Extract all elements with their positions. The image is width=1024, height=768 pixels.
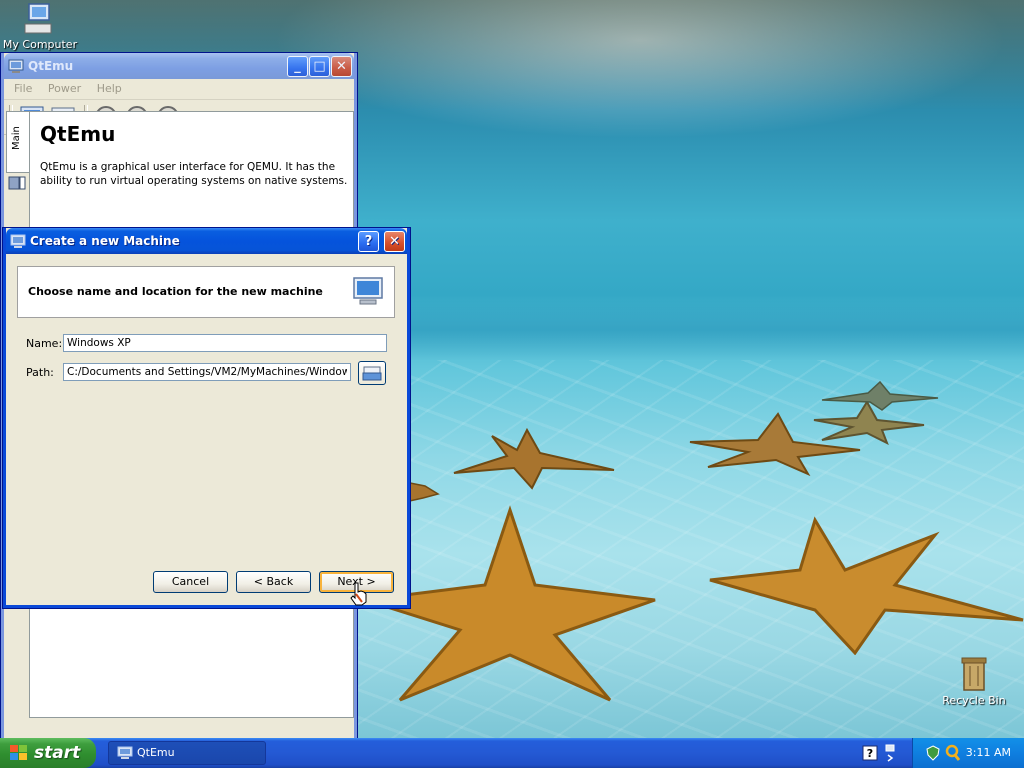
starfish-distant-2 xyxy=(821,380,939,411)
taskbar: start QtEmu ? 3:11 AM xyxy=(0,738,1024,768)
hand-cursor-icon xyxy=(350,582,367,606)
minimize-icon: _ xyxy=(294,59,301,74)
computer-icon xyxy=(353,277,383,305)
wizard-header: Choose name and location for the new mac… xyxy=(17,266,395,318)
close-icon: ✕ xyxy=(389,234,400,249)
qtemu-taskbar-icon xyxy=(117,746,133,759)
browse-button[interactable] xyxy=(358,361,386,385)
taskbar-item-qtemu[interactable]: QtEmu xyxy=(108,741,266,765)
search-tray-icon[interactable] xyxy=(945,744,961,762)
close-button[interactable]: ✕ xyxy=(331,56,352,77)
desktop-icon-label: Recycle Bin xyxy=(942,694,1006,707)
network-tray-icon[interactable] xyxy=(884,744,898,762)
taskbar-item-label: QtEmu xyxy=(137,746,175,759)
desktop-icon-recycle-bin[interactable]: Recycle Bin xyxy=(934,656,1014,707)
wizard-header-text: Choose name and location for the new mac… xyxy=(28,285,323,298)
path-label: Path: xyxy=(26,366,54,379)
maximize-icon: □ xyxy=(313,59,326,74)
desktop-icon-my-computer[interactable]: My Computer xyxy=(0,2,80,51)
name-field[interactable] xyxy=(63,334,387,352)
menu-help[interactable]: Help xyxy=(97,82,122,95)
system-tray: 3:11 AM xyxy=(912,738,1024,768)
help-tray-icon[interactable]: ? xyxy=(862,745,878,761)
help-icon: ? xyxy=(364,234,373,249)
my-computer-icon xyxy=(24,3,52,34)
main-description: QtEmu is a graphical user interface for … xyxy=(40,161,348,187)
starfish-edge xyxy=(405,481,440,503)
maximize-button[interactable]: □ xyxy=(309,56,330,77)
create-machine-dialog[interactable]: Create a new Machine ? ✕ Choose name and… xyxy=(3,228,410,608)
shield-tray-icon[interactable] xyxy=(925,745,941,761)
window-title: QtEmu xyxy=(28,59,74,73)
starfish-mid xyxy=(453,428,615,490)
menu-bar: File Power Help xyxy=(4,79,354,100)
water-band xyxy=(340,300,1024,360)
windows-logo-icon xyxy=(10,745,27,760)
clock: 3:11 AM xyxy=(965,746,1011,759)
tab-main[interactable]: Main xyxy=(6,111,29,173)
qtemu-app-icon xyxy=(8,59,24,73)
dialog-title: Create a new Machine xyxy=(30,234,180,248)
start-label: start xyxy=(34,743,81,763)
cancel-button[interactable]: Cancel xyxy=(153,571,228,593)
recycle-bin-icon xyxy=(961,657,987,691)
main-heading: QtEmu xyxy=(40,122,116,146)
desktop-icon-label: My Computer xyxy=(2,38,78,51)
minimize-button[interactable]: _ xyxy=(287,56,308,77)
qtemu-title-bar[interactable]: QtEmu _ □ ✕ xyxy=(4,53,354,79)
dialog-title-bar[interactable]: Create a new Machine ? ✕ xyxy=(6,228,407,254)
machine-tab-icon[interactable] xyxy=(8,175,26,191)
menu-power[interactable]: Power xyxy=(48,82,81,95)
start-button[interactable]: start xyxy=(0,738,96,768)
folder-browse-icon xyxy=(362,366,382,381)
dialog-close-button[interactable]: ✕ xyxy=(384,231,405,252)
name-label: Name: xyxy=(26,337,63,350)
dialog-app-icon xyxy=(10,234,26,248)
svg-text:?: ? xyxy=(867,747,873,760)
close-icon: ✕ xyxy=(336,59,347,74)
path-field[interactable] xyxy=(63,363,351,381)
starfish-right xyxy=(709,516,1024,655)
menu-file[interactable]: File xyxy=(14,82,32,95)
back-button[interactable]: < Back xyxy=(236,571,311,593)
tab-main-label: Main xyxy=(11,126,22,150)
help-button[interactable]: ? xyxy=(358,231,379,252)
